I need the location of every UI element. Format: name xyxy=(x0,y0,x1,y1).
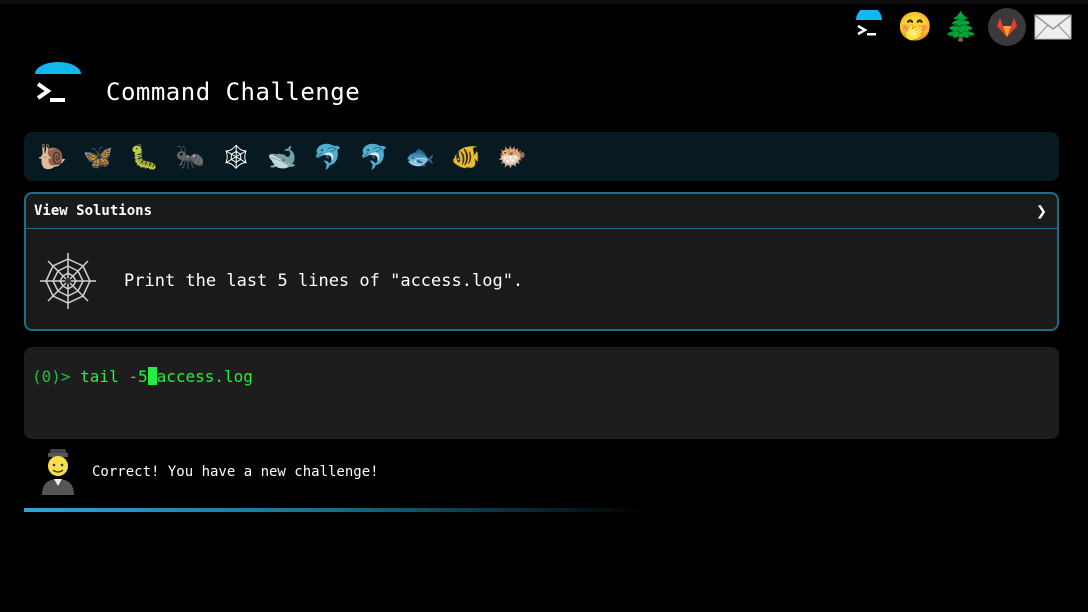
caterpillar-icon: 🐛 xyxy=(129,142,159,171)
terminal-input[interactable]: (0)> tail -5 access.log xyxy=(24,347,1059,439)
spider-web-icon: 🕸 xyxy=(220,142,252,171)
progress-bar xyxy=(24,508,644,512)
challenge-text: Print the last 5 lines of "access.log". xyxy=(124,270,524,291)
terminal-icon[interactable] xyxy=(850,8,888,46)
mail-icon[interactable] xyxy=(1034,8,1072,46)
logo[interactable] xyxy=(32,62,84,114)
shushing-face-icon[interactable]: 🤭 xyxy=(896,8,934,46)
page-title: Command Challenge xyxy=(106,78,361,106)
prompt-symbol: (0)> xyxy=(32,367,71,386)
command-text: tail -5 xyxy=(70,367,148,386)
status-text: Correct! You have a new challenge! xyxy=(92,464,379,480)
tropical-fish-icon: 🐠 xyxy=(451,142,481,171)
animal-progress-bar: 🐌 🦋 🐛 🐜 🕸 🐋 🐬 🐬 🐟 🐠 🐡 xyxy=(24,132,1059,181)
fish-icon: 🐟 xyxy=(405,142,435,171)
view-solutions-label: View Solutions xyxy=(34,203,153,219)
top-border xyxy=(0,0,1088,4)
view-solutions-toggle[interactable]: View Solutions ❯ xyxy=(26,194,1057,229)
chevron-right-icon[interactable]: ❯ xyxy=(1036,201,1047,222)
snail-icon: 🐌 xyxy=(37,142,67,171)
top-icon-bar: 🤭 🌲 xyxy=(850,8,1072,46)
command-text-after-cursor: access.log xyxy=(156,367,253,386)
gitlab-icon[interactable] xyxy=(988,8,1026,46)
status-message: Correct! You have a new challenge! xyxy=(38,448,379,496)
whale-icon: 🐋 xyxy=(267,142,297,171)
butterfly-icon: 🦋 xyxy=(83,142,113,171)
blowfish-icon: 🐡 xyxy=(497,142,527,171)
spider-web-icon xyxy=(38,251,98,311)
tree-icon[interactable]: 🌲 xyxy=(942,8,980,46)
judge-avatar-icon xyxy=(38,448,78,496)
dolphin-icon: 🐬 xyxy=(359,142,389,171)
text-cursor xyxy=(147,367,157,385)
challenge-panel: View Solutions ❯ Print the last 5 lines … xyxy=(24,192,1059,331)
dolphin-icon: 🐬 xyxy=(313,142,343,171)
ant-icon: 🐜 xyxy=(175,142,205,171)
